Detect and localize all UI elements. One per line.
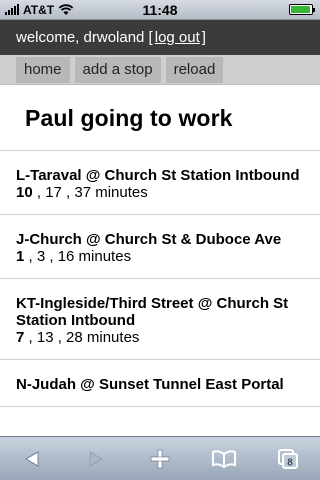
tab-count: 8: [287, 457, 293, 468]
status-bar: AT&T 11:48: [0, 0, 320, 20]
later-arrivals: , 3 , 16 minutes: [24, 248, 132, 265]
stop-name: N-Judah @ Sunset Tunnel East Portal: [16, 376, 284, 393]
list-item[interactable]: L-Taraval @ Church St Station Intbound 1…: [0, 151, 320, 215]
arrival-times: 10 , 17 , 37 minutes: [16, 184, 306, 201]
status-left: AT&T: [5, 0, 74, 20]
bookmarks-book-icon: [212, 449, 236, 468]
home-button[interactable]: home: [16, 56, 70, 83]
stop-name: L-Taraval @ Church St Station Intbound: [16, 167, 300, 184]
battery-icon: [289, 4, 315, 15]
stop-list: L-Taraval @ Church St Station Intbound 1…: [0, 150, 320, 407]
browser-toolbar: 8: [0, 436, 320, 480]
later-arrivals: , 17 , 37 minutes: [32, 184, 148, 201]
stop-name: J-Church @ Church St & Duboce Ave: [16, 231, 282, 248]
next-arrival: 10: [16, 184, 33, 201]
welcome-text: welcome, drwoland [: [16, 29, 153, 46]
battery-level: [291, 6, 310, 13]
logout-link[interactable]: log out: [155, 29, 200, 46]
forward-arrow-icon: [89, 450, 103, 467]
pages-icon: 8: [278, 448, 298, 469]
signal-strength-icon: [5, 4, 19, 15]
back-arrow-icon: [25, 450, 39, 467]
bookmarks-button[interactable]: [204, 439, 244, 479]
list-item[interactable]: J-Church @ Church St & Duboce Ave 1 , 3 …: [0, 215, 320, 279]
welcome-bar: welcome, drwoland [ log out ]: [0, 20, 320, 55]
forward-button[interactable]: [76, 439, 116, 479]
wifi-icon: [58, 3, 74, 15]
arrival-times: 7 , 13 , 28 minutes: [16, 329, 306, 346]
stop-name: KT-Ingleside/Third Street @ Church St St…: [16, 295, 289, 329]
arrival-times: 1 , 3 , 16 minutes: [16, 248, 306, 265]
pages-button[interactable]: 8: [268, 439, 308, 479]
add-button[interactable]: [140, 439, 180, 479]
nav-bar: home add a stop reload: [0, 55, 320, 85]
add-plus-icon: [150, 449, 170, 468]
reload-button[interactable]: reload: [165, 56, 224, 83]
carrier-name: AT&T: [23, 2, 55, 17]
back-button[interactable]: [12, 439, 52, 479]
list-item[interactable]: N-Judah @ Sunset Tunnel East Portal: [0, 360, 320, 407]
welcome-suffix: ]: [201, 29, 206, 46]
later-arrivals: , 13 , 28 minutes: [24, 329, 140, 346]
add-stop-button[interactable]: add a stop: [74, 56, 161, 83]
page-title: Paul going to work: [25, 105, 233, 131]
list-item[interactable]: KT-Ingleside/Third Street @ Church St St…: [0, 279, 320, 360]
